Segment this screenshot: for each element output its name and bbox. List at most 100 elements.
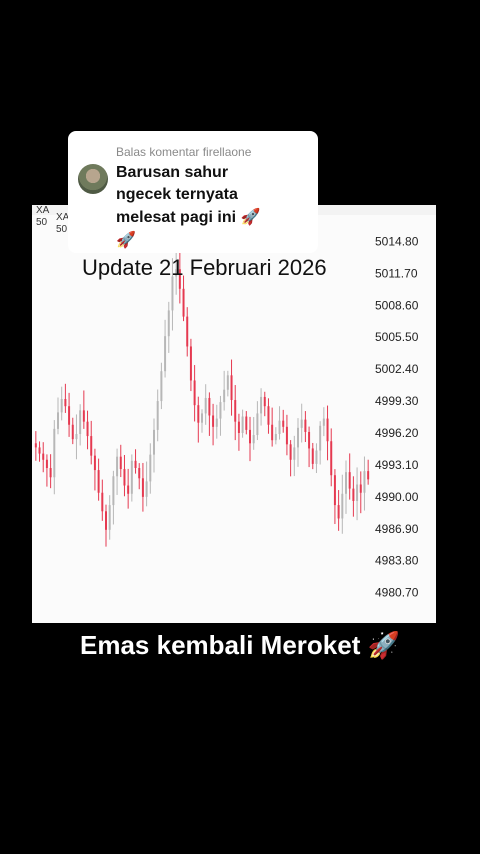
candle-body xyxy=(182,288,185,317)
avatar xyxy=(78,164,108,194)
candle-body xyxy=(153,429,155,455)
update-date-title: Update 21 Februari 2026 xyxy=(82,255,327,280)
price-tick-label: 4999.30 xyxy=(375,394,419,408)
candle-body xyxy=(215,418,218,427)
candle-body xyxy=(79,410,82,435)
candle-body xyxy=(282,420,285,427)
candle-body xyxy=(356,484,359,501)
candle-body xyxy=(359,484,362,493)
price-tick-label: 5008.60 xyxy=(375,298,419,312)
comment-line-2: ngecek ternyata xyxy=(116,186,238,203)
candle-body xyxy=(201,413,203,423)
candle-body xyxy=(252,435,255,444)
candle-body xyxy=(300,419,303,428)
candle-body xyxy=(345,472,347,494)
candle-body xyxy=(363,471,366,493)
candle-body xyxy=(234,400,237,422)
candle-body xyxy=(293,447,296,460)
candle-body xyxy=(45,459,48,469)
candle-body xyxy=(97,470,100,493)
comment-line-1: Barusan sahur xyxy=(116,164,229,181)
reply-comment-header: Balas komentar firellaone xyxy=(116,145,252,159)
candle-body xyxy=(278,420,281,435)
candle-body xyxy=(319,425,322,451)
candle-body xyxy=(42,453,45,460)
price-axis: 5014.80 5011.70 5008.60 5005.50 5002.40 4999.… xyxy=(375,234,419,599)
price-tick-label: 4993.10 xyxy=(375,458,419,472)
candle-body xyxy=(53,428,56,478)
candle-body xyxy=(127,485,130,494)
video-caption: Emas kembali Meroket 🚀 xyxy=(0,630,480,661)
candle-body xyxy=(223,389,226,403)
candle-body xyxy=(208,397,211,416)
candle-body xyxy=(333,475,336,506)
candle-body xyxy=(105,511,107,530)
caption-text: Emas kembali Meroket xyxy=(80,630,361,660)
candle-body xyxy=(289,444,292,460)
candle-body xyxy=(204,397,207,414)
candle-body xyxy=(160,371,163,402)
ticker-line2a: 50 xyxy=(36,217,48,228)
price-tick-label: 4986.90 xyxy=(375,522,419,536)
candle-body xyxy=(212,415,215,427)
comment-line-3: melesat pagi ini xyxy=(116,209,237,226)
candle-body xyxy=(260,396,263,414)
candle-body xyxy=(71,424,74,440)
candle-body xyxy=(326,418,329,442)
candle-body xyxy=(322,418,325,426)
candle-body xyxy=(311,448,314,464)
rocket-icon: 🚀 xyxy=(240,207,261,226)
candle-body xyxy=(197,405,200,423)
candle-body xyxy=(123,469,126,486)
candle-body xyxy=(108,505,111,530)
candle-body xyxy=(164,336,167,372)
rocket-icon: 🚀 xyxy=(367,631,400,661)
price-tick-label: 4996.20 xyxy=(375,426,419,440)
candle-body xyxy=(263,396,266,407)
candle-body xyxy=(249,429,251,444)
candle-body xyxy=(274,434,277,441)
candle-body xyxy=(237,421,240,433)
candle-body xyxy=(138,468,141,479)
rocket-icon: 🚀 xyxy=(116,230,136,249)
candle-body xyxy=(130,460,133,494)
reply-comment-text: Barusan sahur ngecek ternyata melesat pa… xyxy=(116,162,308,252)
candle-body xyxy=(145,481,148,497)
price-tick-label: 5014.80 xyxy=(375,234,419,248)
candle-body xyxy=(267,406,270,425)
candle-body xyxy=(119,456,122,470)
candle-body xyxy=(116,456,119,477)
ticker-line2b: 50 xyxy=(56,224,68,235)
candle-body xyxy=(60,399,63,413)
reply-comment-card[interactable]: Balas komentar firellaone Barusan sahur … xyxy=(68,131,318,253)
candle-body xyxy=(86,421,89,437)
candle-body xyxy=(230,375,233,401)
candle-body xyxy=(93,455,96,471)
candle-body xyxy=(219,402,222,419)
candle-body xyxy=(141,478,144,497)
candle-body xyxy=(75,434,78,440)
candle-body xyxy=(337,505,340,519)
candle-body xyxy=(101,492,104,512)
candle-body xyxy=(34,443,37,448)
price-tick-label: 4980.70 xyxy=(375,586,419,600)
candle-body xyxy=(256,413,259,436)
candle-body xyxy=(68,406,71,425)
candle-body xyxy=(156,401,159,430)
candle-body xyxy=(285,426,288,445)
candle-body xyxy=(189,346,192,381)
candle-body xyxy=(134,460,137,469)
price-tick-label: 4990.00 xyxy=(375,490,419,504)
candle-body xyxy=(245,416,248,430)
ticker-line1a: XA xyxy=(36,205,50,216)
price-tick-label: 5011.70 xyxy=(375,266,418,280)
candle-body xyxy=(57,412,59,429)
candle-body xyxy=(149,454,152,482)
candle-body xyxy=(226,375,229,390)
candle-body xyxy=(304,419,307,432)
candle-body xyxy=(271,424,274,441)
candle-body xyxy=(348,472,351,489)
candle-body xyxy=(330,441,333,476)
price-tick-label: 5002.40 xyxy=(375,362,419,376)
price-tick-label: 4983.80 xyxy=(375,554,419,568)
